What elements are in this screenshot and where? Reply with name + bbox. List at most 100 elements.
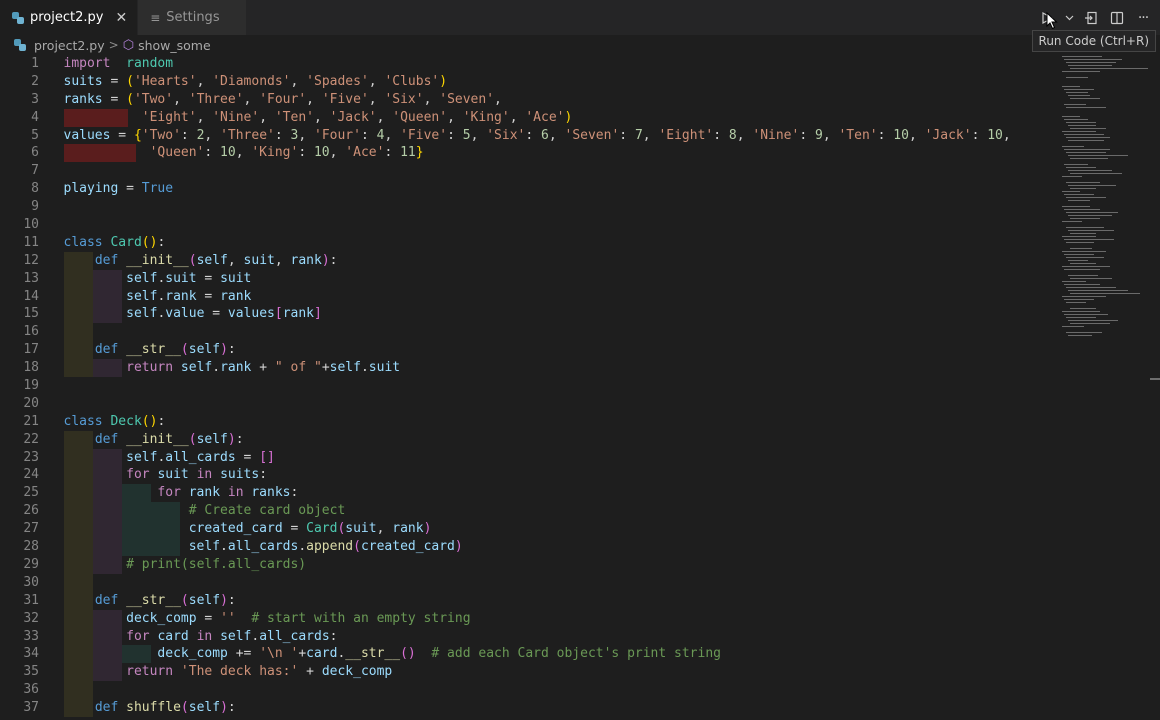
code-token: import	[63, 56, 111, 71]
code-line[interactable]: 3 ranks = ('Two', 'Three', 'Four', 'Five'…	[0, 91, 1050, 109]
split-editor-button[interactable]	[1108, 11, 1126, 25]
line-number: 18	[23, 360, 39, 376]
code-line[interactable]: 26 # Create card object	[0, 502, 1050, 521]
code-line[interactable]: 20	[0, 395, 1050, 413]
open-changes-button[interactable]	[1082, 11, 1100, 25]
more-actions-button[interactable]: ···	[1134, 10, 1152, 26]
code-token: 'Hearts'	[133, 73, 197, 89]
code-token: append	[306, 539, 354, 555]
code-token: ,	[204, 127, 221, 143]
code-line[interactable]: 8 playing = True	[0, 180, 1050, 198]
code-line[interactable]: 25 for rank in ranks:	[0, 484, 1050, 503]
minimap-line	[1068, 290, 1128, 291]
code-token: return	[126, 664, 174, 680]
code-line[interactable]: 36	[0, 681, 1050, 700]
code-token: ,	[384, 127, 401, 143]
code-line[interactable]: 11 class Card():	[0, 234, 1050, 252]
code-token: 'Clubs'	[384, 73, 440, 89]
code-line[interactable]: 10	[0, 216, 1050, 234]
code-line[interactable]: 30	[0, 573, 1050, 592]
code-line[interactable]: 1 import random	[0, 55, 1050, 73]
code-token: def	[94, 342, 119, 358]
code-token: =	[196, 288, 221, 304]
minimap-line	[1066, 332, 1102, 333]
minimap-line	[1062, 281, 1086, 282]
tab-label: project2.py	[30, 10, 104, 25]
close-icon[interactable]: ✕	[115, 10, 127, 26]
breadcrumb-separator: >	[108, 38, 119, 52]
code-token: self	[329, 360, 361, 376]
breadcrumb-symbol[interactable]: show_some	[138, 38, 211, 53]
minimap-line	[1068, 155, 1128, 156]
minimap-line	[1070, 293, 1140, 294]
code-token: +	[251, 360, 275, 376]
code-line[interactable]: 5 values = {'Two': 2, 'Three': 3, 'Four':…	[0, 127, 1050, 145]
code-line[interactable]: 28 self.all_cards.append(created_card)	[0, 538, 1050, 556]
code-line[interactable]: 2 suits = ('Hearts', 'Diamonds', 'Spades'…	[0, 73, 1050, 91]
code-line[interactable]: 37 def shuffle(self):	[0, 699, 1050, 717]
code-line[interactable]: 23 self.all_cards = []	[0, 448, 1050, 467]
minimap-line	[1068, 320, 1118, 321]
code-token: self	[188, 700, 221, 716]
code-line[interactable]: 29 # print(self.all_cards)	[0, 555, 1050, 574]
code-line[interactable]: 14 self.rank = rank	[0, 287, 1050, 306]
code-line[interactable]: 18 return self.rank + " of "+self.suit	[0, 359, 1050, 378]
code-line[interactable]: 21 class Deck():	[0, 413, 1050, 431]
minimap-line	[1062, 56, 1102, 57]
code-line[interactable]: 17 def __str__(self):	[0, 341, 1050, 360]
code-line[interactable]: 13 self.suit = suit	[0, 269, 1050, 288]
code-token: (	[180, 342, 189, 358]
code-token: suit	[220, 270, 252, 286]
line-number: 34	[23, 646, 39, 662]
minimap-line	[1066, 242, 1094, 243]
code-token: )	[439, 73, 448, 89]
code-line[interactable]: 19	[0, 377, 1050, 395]
code-line[interactable]: 22 def __init__(self):	[0, 430, 1050, 449]
code-text: # print(self.all_cards)	[64, 556, 306, 574]
code-editor[interactable]: 1 import random 2 suits = ('Hearts', 'Diamo…	[0, 54, 1050, 720]
code-line[interactable]: 35 return 'The deck has:' + deck_comp	[0, 663, 1050, 682]
code-token: self	[126, 306, 158, 322]
code-line[interactable]: 12 def __init__(self, suit, rank):	[0, 251, 1050, 270]
code-line[interactable]: 4 'Eight', 'Nine', 'Ten', 'Jack', 'Queen…	[0, 108, 1050, 127]
line-number: 20	[23, 395, 39, 411]
code-text: created_card = Card(suit, rank)	[64, 520, 432, 538]
code-line[interactable]: 31 def __str__(self):	[0, 591, 1050, 610]
code-token: :	[799, 127, 815, 143]
minimap-line	[1064, 164, 1088, 165]
code-line[interactable]: 6 'Queen': 10, 'King': 10, 'Ace': 11}	[0, 144, 1050, 163]
minimap-line	[1066, 317, 1096, 318]
code-line[interactable]: 16	[0, 323, 1050, 342]
code-text: ranks = ('Two', 'Three', 'Four', 'Five',…	[64, 91, 502, 109]
breadcrumb: project2.py > ⬡ show_some	[0, 35, 1160, 55]
run-dropdown[interactable]	[1064, 13, 1074, 22]
code-line[interactable]: 34 deck_comp += '\n '+card.__str__() # a…	[0, 645, 1050, 664]
code-token: +=	[227, 646, 260, 662]
open-changes-icon	[1085, 11, 1097, 24]
code-token: (	[188, 431, 197, 447]
code-line[interactable]: 9	[0, 198, 1050, 216]
minimap[interactable]	[1060, 54, 1148, 354]
code-token: 'Ace'	[525, 109, 565, 125]
minimap-line	[1066, 167, 1096, 168]
line-number: 30	[23, 574, 39, 590]
scrollbar-thumb[interactable]	[1150, 378, 1160, 380]
code-line[interactable]: 27 created_card = Card(suit, rank)	[0, 520, 1050, 539]
tab-bar: project2.py ✕ ≡ Settings	[0, 0, 1160, 35]
code-line[interactable]: 32 deck_comp = '' # start with an empty …	[0, 609, 1050, 628]
breadcrumb-file[interactable]: project2.py	[34, 38, 105, 53]
tab-settings[interactable]: ≡ Settings	[138, 0, 247, 35]
code-token: 'Jack'	[329, 109, 377, 125]
code-line[interactable]: 15 self.value = values[rank]	[0, 305, 1050, 324]
minimap-line	[1064, 119, 1088, 120]
code-line[interactable]: 33 for card in self.all_cards:	[0, 627, 1050, 646]
code-token: ,	[376, 521, 393, 537]
code-line[interactable]: 24 for suit in suits:	[0, 466, 1050, 485]
code-token: for	[126, 628, 150, 644]
code-line[interactable]: 7	[0, 162, 1050, 180]
tab-project2-py[interactable]: project2.py ✕	[0, 0, 139, 35]
code-token: rank	[290, 252, 322, 268]
